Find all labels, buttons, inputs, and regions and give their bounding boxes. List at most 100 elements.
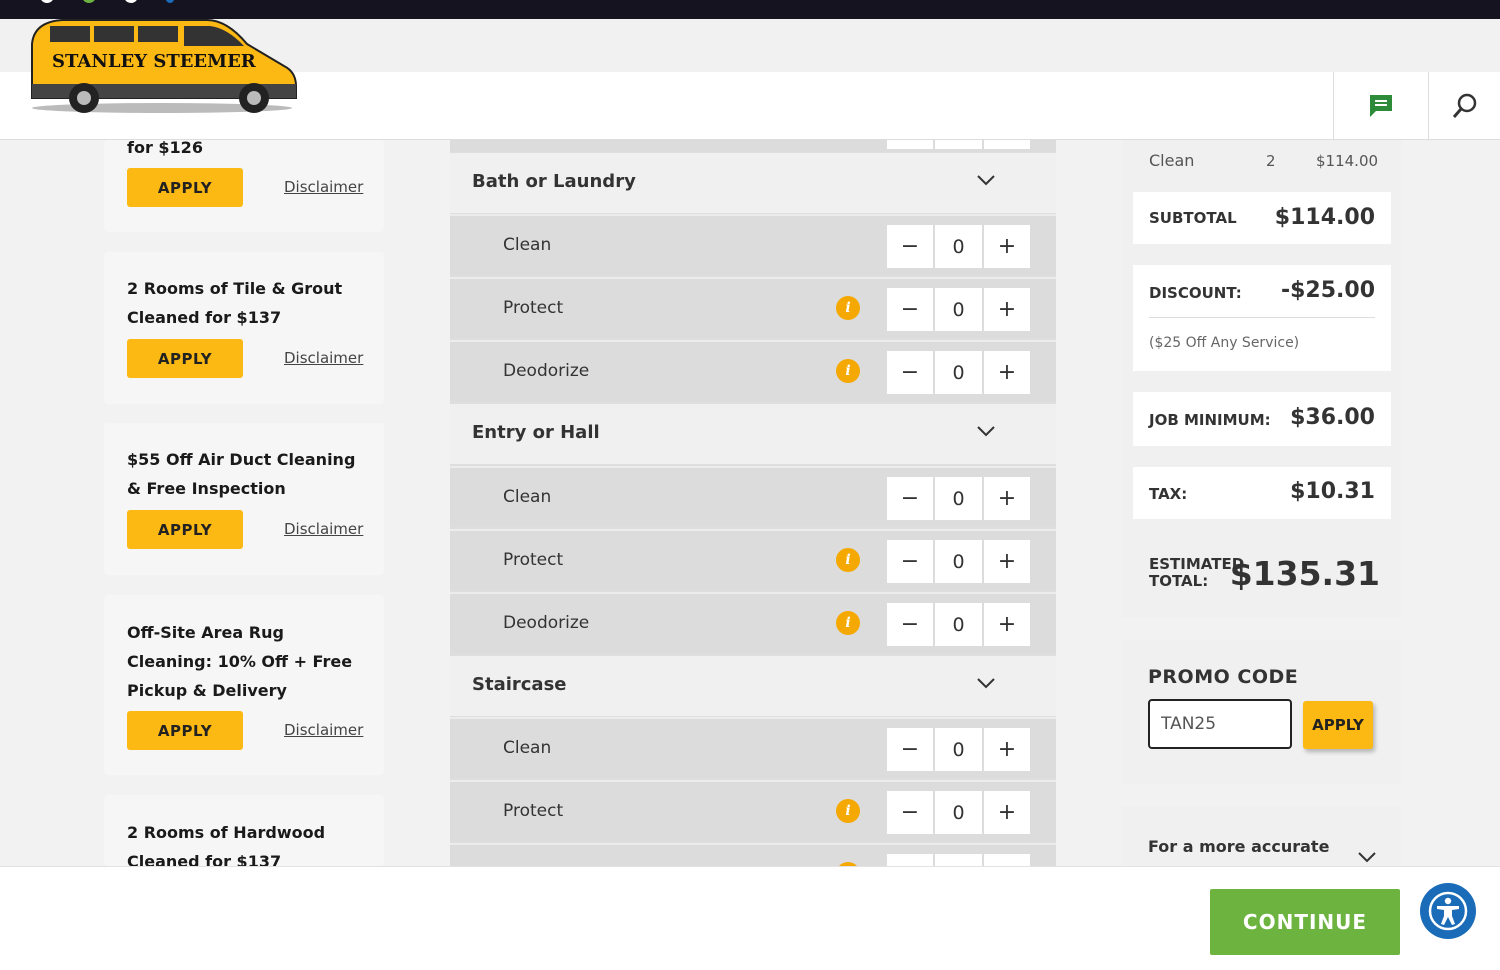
quantity-value[interactable]: 0 [935,791,982,834]
quantity-stepper: − 0 + [887,540,1030,583]
quantity-value[interactable]: 0 [935,225,982,268]
section-title: Entry or Hall [472,422,600,443]
job-minimum-label: JOB MINIMUM: [1149,411,1271,429]
quantity-stepper: − 0 + [887,791,1030,834]
job-minimum-box: JOB MINIMUM: $36.00 [1133,392,1391,446]
chat-button[interactable] [1333,72,1428,140]
quantity-value[interactable]: 0 [935,728,982,771]
plus-button[interactable]: + [984,540,1030,583]
info-icon[interactable]: i [836,359,860,383]
minus-button[interactable]: − [887,791,933,834]
section-header[interactable]: Bath or Laundry [450,153,1056,213]
service-row [450,843,1056,867]
plus-button[interactable]: + [984,603,1030,646]
plus-button[interactable]: + [984,225,1030,268]
promo-apply-button[interactable]: APPLY [127,711,243,750]
disclaimer-link[interactable]: Disclaimer [284,721,363,739]
promo-apply-button[interactable]: APPLY [127,168,243,207]
minus-button[interactable]: − [887,225,933,268]
promo-code-apply-button[interactable]: APPLY [1303,701,1373,749]
service-row: Clean − 0 + [450,466,1056,527]
stanley-steemer-logo[interactable]: STANLEY STEEMER [22,14,302,114]
line-item-price: $114.00 [1316,152,1379,170]
quantity-value[interactable]: 0 [935,603,982,646]
promo-code-input[interactable] [1148,699,1292,749]
promo-card: 2 Rooms of Hardwood Cleaned for $137 [104,795,384,866]
line-item-qty: 2 [1266,152,1276,170]
accessibility-icon [1428,891,1468,931]
promo-card: Off-Site Area Rug Cleaning: 10% Off + Fr… [104,595,384,775]
plus-button[interactable]: + [984,728,1030,771]
chevron-down-icon [977,426,995,437]
section-title: Staircase [472,674,567,695]
chevron-down-icon [977,678,995,689]
plus-button[interactable]: + [984,288,1030,331]
tax-value: $10.31 [1290,479,1375,504]
room-selector: Bath or Laundry Clean − 0 + Protect i − … [450,140,1056,867]
disclaimer-link[interactable]: Disclaimer [284,520,363,538]
info-icon[interactable]: i [836,799,860,823]
quantity-value[interactable]: 0 [935,477,982,520]
quantity-value[interactable]: 0 [935,540,982,583]
section-header[interactable]: Staircase [450,656,1056,716]
chevron-down-icon [1358,852,1376,863]
disclaimer-link[interactable]: Disclaimer [284,349,363,367]
promo-title: 2 Rooms of Hardwood Cleaned for $137 [127,823,326,866]
discount-value: -$25.00 [1280,278,1375,303]
plus-button[interactable]: + [984,791,1030,834]
promo-card: 2 Rooms of Tile & Grout Cleaned for $137… [104,252,384,404]
info-icon[interactable]: i [836,548,860,572]
plus-button[interactable] [984,140,1030,149]
promo-title: for $126 [127,138,203,157]
quantity-stepper: − 0 + [887,225,1030,268]
minus-button[interactable]: − [887,540,933,583]
service-label: Protect [503,550,564,570]
minus-button[interactable]: − [887,351,933,394]
discount-label: DISCOUNT: [1149,284,1242,302]
service-row: Deodorize i − 0 + [450,340,1056,401]
minus-button[interactable]: − [887,477,933,520]
service-row [450,140,1056,152]
minus-button[interactable]: − [887,603,933,646]
service-label: Clean [503,738,552,758]
quantity-stepper: − 0 + [887,603,1030,646]
disclaimer-link[interactable]: Disclaimer [284,178,363,196]
job-minimum-value: $36.00 [1290,405,1375,430]
discount-box: DISCOUNT: -$25.00 ($25 Off Any Service) [1133,265,1391,371]
quantity-value [935,140,982,149]
order-summary: Clean 2 $114.00 SUBTOTAL $114.00 DISCOUN… [1122,140,1402,618]
chat-icon [1370,95,1392,117]
service-row: Protect i − 0 + [450,277,1056,338]
service-row: Clean − 0 + [450,214,1056,275]
section-title: Bath or Laundry [472,171,636,192]
minus-button[interactable]: − [887,728,933,771]
accurate-estimate-accordion[interactable]: For a more accurate [1122,806,1402,868]
section-header[interactable]: Entry or Hall [450,404,1056,464]
promo-apply-button[interactable]: APPLY [127,510,243,549]
promo-title: 2 Rooms of Tile & Grout Cleaned for $137 [127,279,343,327]
promo-apply-button[interactable]: APPLY [127,339,243,378]
plus-button[interactable]: + [984,351,1030,394]
search-button[interactable] [1428,72,1500,140]
search-icon [1452,93,1476,118]
info-icon[interactable]: i [836,611,860,635]
tax-label: TAX: [1149,485,1188,503]
promo-card: $55 Off Air Duct Cleaning & Free Inspect… [104,423,384,575]
minus-button[interactable] [887,140,933,149]
quantity-value[interactable]: 0 [935,351,982,394]
service-row: Protect i − 0 + [450,529,1056,590]
line-item-label: Clean [1149,151,1195,170]
quantity-value[interactable]: 0 [935,288,982,331]
subtotal-label: SUBTOTAL [1149,209,1237,227]
info-icon[interactable]: i [836,296,860,320]
continue-button[interactable]: CONTINUE [1210,889,1400,955]
service-label: Protect [503,801,564,821]
plus-button[interactable]: + [984,477,1030,520]
service-row: Protect i − 0 + [450,780,1056,841]
discount-note: ($25 Off Any Service) [1149,335,1300,351]
divider [1149,317,1375,318]
promo-title: Off-Site Area Rug Cleaning: 10% Off + Fr… [127,623,353,700]
minus-button[interactable]: − [887,288,933,331]
dot [82,0,96,3]
accessibility-button[interactable] [1420,883,1476,939]
